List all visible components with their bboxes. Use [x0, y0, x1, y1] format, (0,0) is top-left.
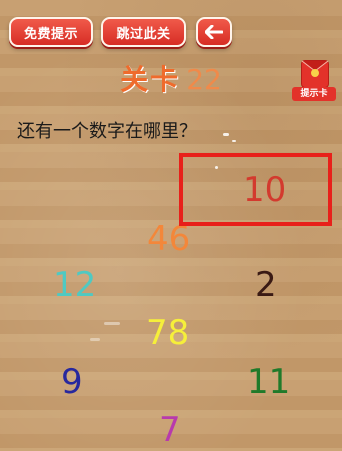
speck [104, 322, 120, 325]
speck [90, 338, 100, 341]
skip-level-label: 跳过此关 [116, 26, 171, 42]
hint-card-button[interactable]: 提示卡 [292, 60, 336, 102]
speck [232, 140, 236, 142]
envelope-seal [311, 69, 319, 77]
level-label: 关卡 [120, 63, 181, 96]
number-7[interactable]: 7 [159, 410, 181, 450]
number-11[interactable]: 11 [247, 362, 290, 402]
number-12[interactable]: 12 [53, 265, 96, 305]
number-9[interactable]: 9 [61, 362, 83, 402]
level-title: 关卡 22 [0, 62, 342, 98]
skip-level-button[interactable]: 跳过此关 [101, 17, 186, 47]
number-2[interactable]: 2 [255, 265, 277, 305]
speck [223, 133, 229, 136]
answer-highlight-box [179, 153, 332, 226]
red-envelope-icon [301, 60, 329, 88]
left-arrow-icon [205, 25, 223, 39]
game-screen: 免费提示 跳过此关 关卡 22 提示卡 还有一个数字在哪里？ 10 46 12 2… [0, 0, 342, 451]
free-hint-label: 免费提示 [23, 26, 78, 42]
level-number: 22 [186, 63, 222, 96]
back-button[interactable] [196, 17, 232, 47]
number-78[interactable]: 78 [146, 313, 189, 353]
hint-card-label: 提示卡 [292, 87, 336, 101]
question-text: 还有一个数字在哪里？ [17, 121, 197, 142]
free-hint-button[interactable]: 免费提示 [9, 17, 93, 47]
